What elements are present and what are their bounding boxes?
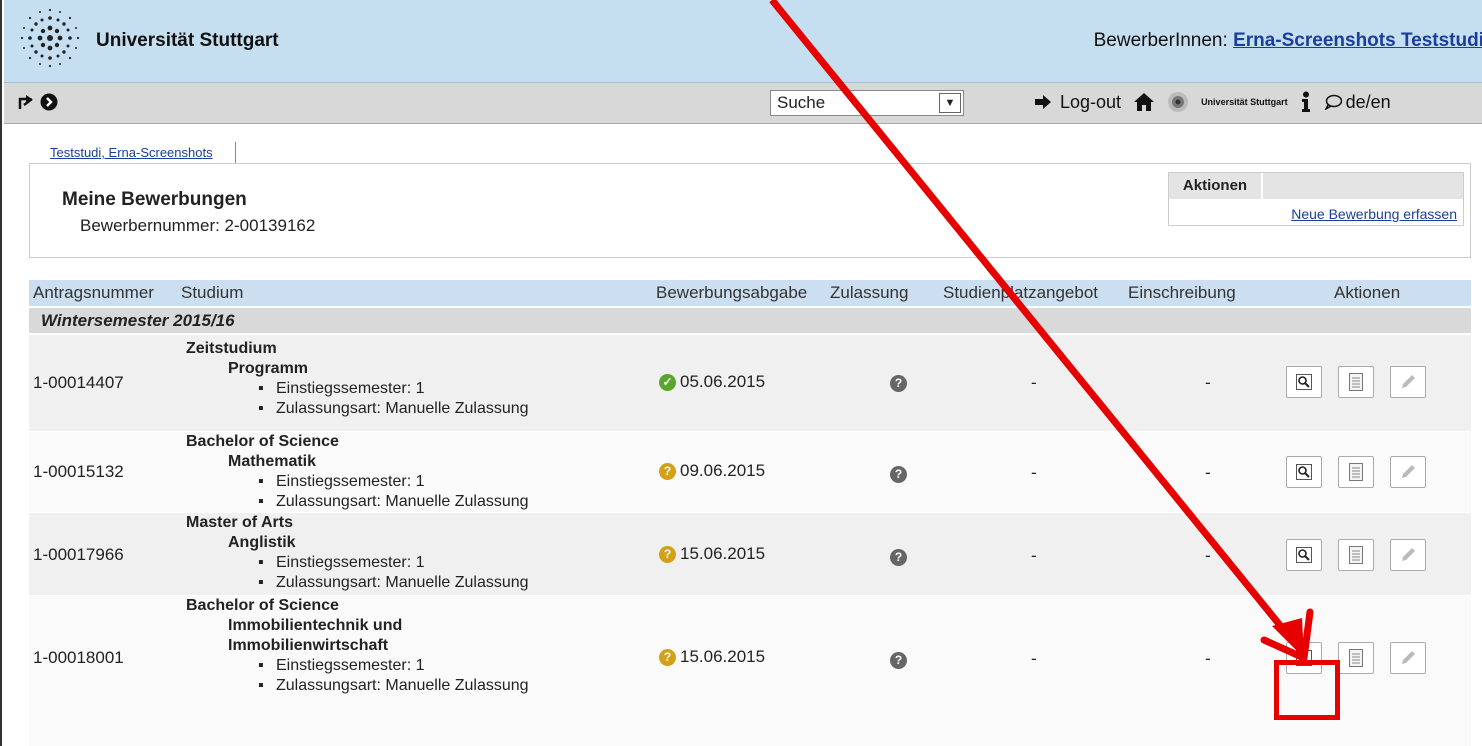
annotation-highlight-box: [1274, 660, 1340, 720]
annotation-arrow: [769, 0, 1314, 662]
page-frame: Universität Stuttgart BewerberInnen: Ern…: [0, 0, 1482, 746]
